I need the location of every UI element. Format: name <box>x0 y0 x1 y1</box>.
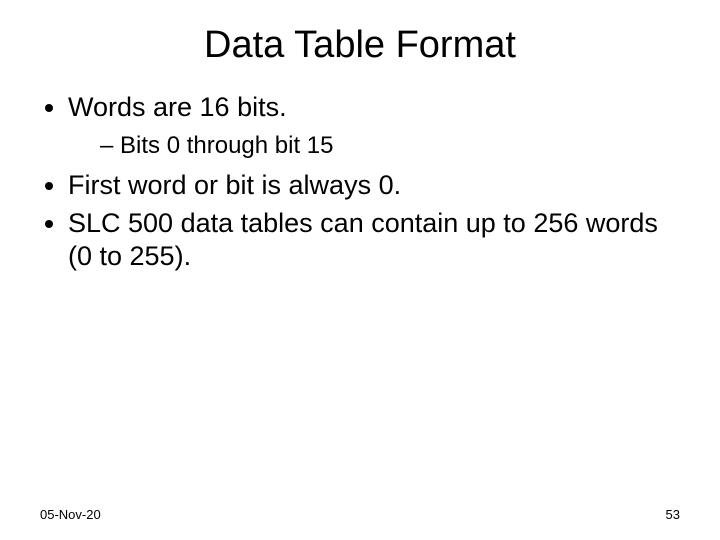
sub-bullet-list: Bits 0 through bit 15 <box>68 131 680 161</box>
slide-body: Words are 16 bits. Bits 0 through bit 15… <box>0 67 720 274</box>
bullet-2: First word or bit is always 0. <box>68 169 680 203</box>
bullet-list: Words are 16 bits. Bits 0 through bit 15… <box>40 91 680 274</box>
bullet-1: Words are 16 bits. Bits 0 through bit 15 <box>68 91 680 161</box>
footer: 05-Nov-20 53 <box>0 507 720 522</box>
sub-bullet-1: Bits 0 through bit 15 <box>100 131 680 161</box>
bullet-1-text: Words are 16 bits. <box>68 92 287 122</box>
slide: Data Table Format Words are 16 bits. Bit… <box>0 0 720 540</box>
bullet-3: SLC 500 data tables can contain up to 25… <box>68 207 680 275</box>
footer-date: 05-Nov-20 <box>40 507 101 522</box>
slide-title: Data Table Format <box>0 0 720 67</box>
footer-page-number: 53 <box>666 507 680 522</box>
